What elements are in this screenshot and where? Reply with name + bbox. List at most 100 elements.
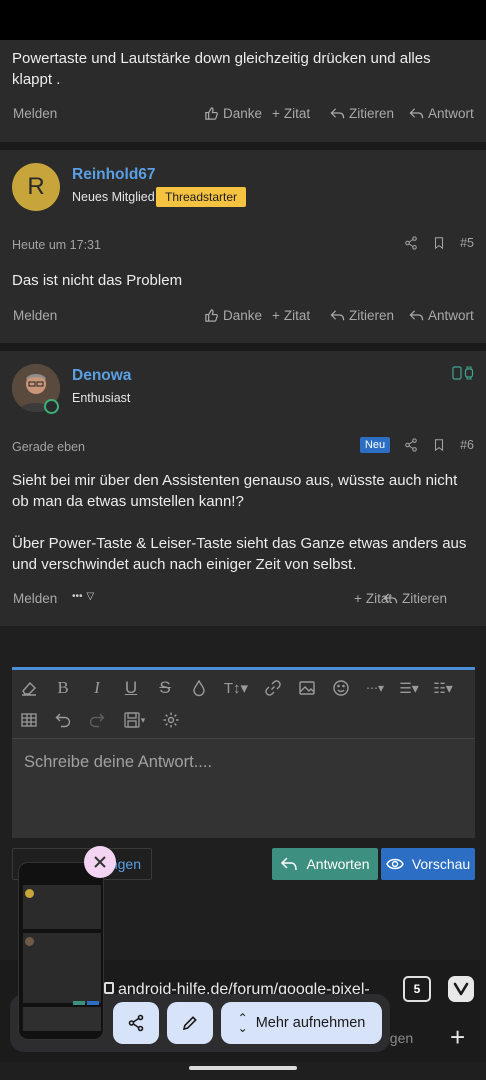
align-icon[interactable]: ☰▾: [392, 674, 426, 702]
close-thumbnail-button[interactable]: [84, 846, 116, 878]
bookmark-icon[interactable]: [432, 438, 446, 452]
edit-screenshot-button[interactable]: [167, 1002, 213, 1044]
reply-placeholder: Schreibe deine Antwort....: [24, 753, 213, 771]
quote-plus-button[interactable]: + Zitat: [272, 308, 310, 323]
preview-button[interactable]: Vorschau: [381, 848, 475, 880]
strikethrough-icon[interactable]: S: [148, 674, 182, 702]
report-link[interactable]: Melden: [13, 308, 57, 323]
plus-icon: +: [272, 308, 280, 323]
report-link[interactable]: Melden: [13, 106, 57, 121]
chevron-down-icon: ▽: [86, 591, 95, 602]
italic-icon[interactable]: I: [80, 674, 114, 702]
gear-icon[interactable]: [154, 706, 188, 734]
redo-icon[interactable]: [80, 706, 114, 734]
thumb-preview-button: [87, 1001, 99, 1005]
reply-icon: [281, 857, 298, 871]
eraser-icon[interactable]: [12, 674, 46, 702]
reply-button[interactable]: Antworten: [272, 848, 378, 880]
user-title: Neues Mitglied: [72, 190, 155, 204]
share-icon[interactable]: [404, 438, 418, 452]
answer-button[interactable]: Antwort: [409, 106, 474, 121]
user-title: Enthusiast: [72, 391, 131, 405]
thumb-editor: [23, 1007, 101, 1031]
plus-icon: +: [272, 106, 280, 121]
new-tab-button[interactable]: +: [450, 1022, 465, 1053]
more-options-icon[interactable]: ⋯▾: [358, 674, 392, 702]
reply-icon: [383, 593, 398, 604]
thumb-post: [23, 885, 101, 929]
separator: [0, 343, 486, 351]
share-icon[interactable]: [404, 236, 418, 250]
post-meta-icons: Neu #6: [359, 437, 474, 453]
gesture-bar[interactable]: [189, 1066, 297, 1070]
avatar[interactable]: R: [12, 163, 60, 211]
vivaldi-menu-icon[interactable]: [448, 976, 474, 1002]
screenshot-thumbnail[interactable]: [18, 862, 104, 1040]
report-link[interactable]: Melden: [13, 591, 57, 606]
image-icon[interactable]: [290, 674, 324, 702]
post-actions: Melden Danke + Zitat Zitieren Antwort: [0, 104, 486, 126]
post-card-2: R Reinhold67 Neues Mitglied Threadstarte…: [0, 150, 486, 343]
table-icon[interactable]: [12, 706, 46, 734]
separator: [0, 142, 486, 150]
thumbs-up-icon: [205, 309, 218, 322]
post-text: Powertaste und Lautstärke down gleichzei…: [12, 50, 431, 88]
lock-icon: [104, 982, 114, 994]
phone-icon: [452, 366, 462, 380]
editor-toolbar-row-1: B I U S T↕▾ ⋯▾ ☰▾ ☷▾: [12, 672, 475, 704]
bookmark-icon[interactable]: [432, 236, 446, 250]
share-icon: [128, 1014, 144, 1032]
reply-icon: [330, 310, 345, 321]
post-number[interactable]: #5: [460, 236, 474, 250]
username[interactable]: Reinhold67: [72, 166, 156, 184]
device-icons: [452, 366, 474, 380]
quote-button[interactable]: Zitieren: [330, 106, 394, 121]
post-number[interactable]: #6: [460, 438, 474, 452]
reply-editor: B I U S T↕▾ ⋯▾ ☰▾ ☷▾ ▾ Schreibe deine An…: [12, 667, 475, 838]
smiley-icon[interactable]: [324, 674, 358, 702]
answer-button[interactable]: Antwort: [409, 308, 474, 323]
thumb-avatar: [25, 937, 34, 946]
new-badge: Neu: [359, 437, 391, 453]
reply-textarea[interactable]: Schreibe deine Antwort....: [12, 738, 475, 838]
like-button[interactable]: Danke: [204, 106, 262, 121]
reply-all-icon: [409, 310, 424, 321]
post-date[interactable]: Heute um 17:31: [12, 238, 101, 252]
save-draft-icon[interactable]: ▾: [114, 706, 154, 734]
like-button[interactable]: Danke: [204, 308, 262, 323]
thumbs-up-icon: [205, 107, 218, 120]
undo-icon[interactable]: [46, 706, 80, 734]
post-text: Das ist nicht das Problem: [12, 272, 183, 289]
post-date[interactable]: Gerade eben: [12, 440, 85, 454]
underline-icon[interactable]: U: [114, 674, 148, 702]
more-options-button[interactable]: ••• ▽: [72, 591, 94, 602]
post-text: Über Power-Taste & Leiser-Taste sieht da…: [12, 535, 467, 573]
reply-all-icon: [409, 108, 424, 119]
post-actions: Melden Danke + Zitat Zitieren Antwort: [0, 306, 486, 328]
post-card-1: Powertaste und Lautstärke down gleichzei…: [0, 40, 486, 142]
pencil-icon: [182, 1016, 197, 1031]
font-size-icon[interactable]: T↕▾: [216, 674, 256, 702]
close-icon: [94, 856, 106, 868]
capture-more-button[interactable]: ⌃ ⌄ Mehr aufnehmen: [221, 1002, 382, 1044]
link-icon[interactable]: [256, 674, 290, 702]
share-screenshot-button[interactable]: [113, 1002, 159, 1044]
quote-button[interactable]: Zitieren: [383, 591, 447, 606]
thumb-avatar: [25, 889, 34, 898]
list-icon[interactable]: ☷▾: [426, 674, 460, 702]
quote-button[interactable]: Zitieren: [330, 308, 394, 323]
watch-icon: [464, 366, 474, 380]
tab-count-button[interactable]: 5: [403, 976, 431, 1002]
reply-icon: [330, 108, 345, 119]
color-drop-icon[interactable]: [182, 674, 216, 702]
expand-vertical-icon: ⌃ ⌄: [237, 1011, 248, 1035]
post-card-3: Denowa Enthusiast Gerade eben Neu #6 Sie…: [0, 351, 486, 626]
thumb-reply-button: [73, 1001, 85, 1005]
username[interactable]: Denowa: [72, 367, 131, 385]
eye-icon: [385, 858, 404, 870]
bold-icon[interactable]: B: [46, 674, 80, 702]
online-status-icon: [44, 399, 59, 414]
quote-plus-button[interactable]: + Zitat: [272, 106, 310, 121]
post-actions: Melden ••• ▽ + Zitat Zitieren: [0, 589, 486, 611]
thumb-post: [23, 933, 101, 1003]
